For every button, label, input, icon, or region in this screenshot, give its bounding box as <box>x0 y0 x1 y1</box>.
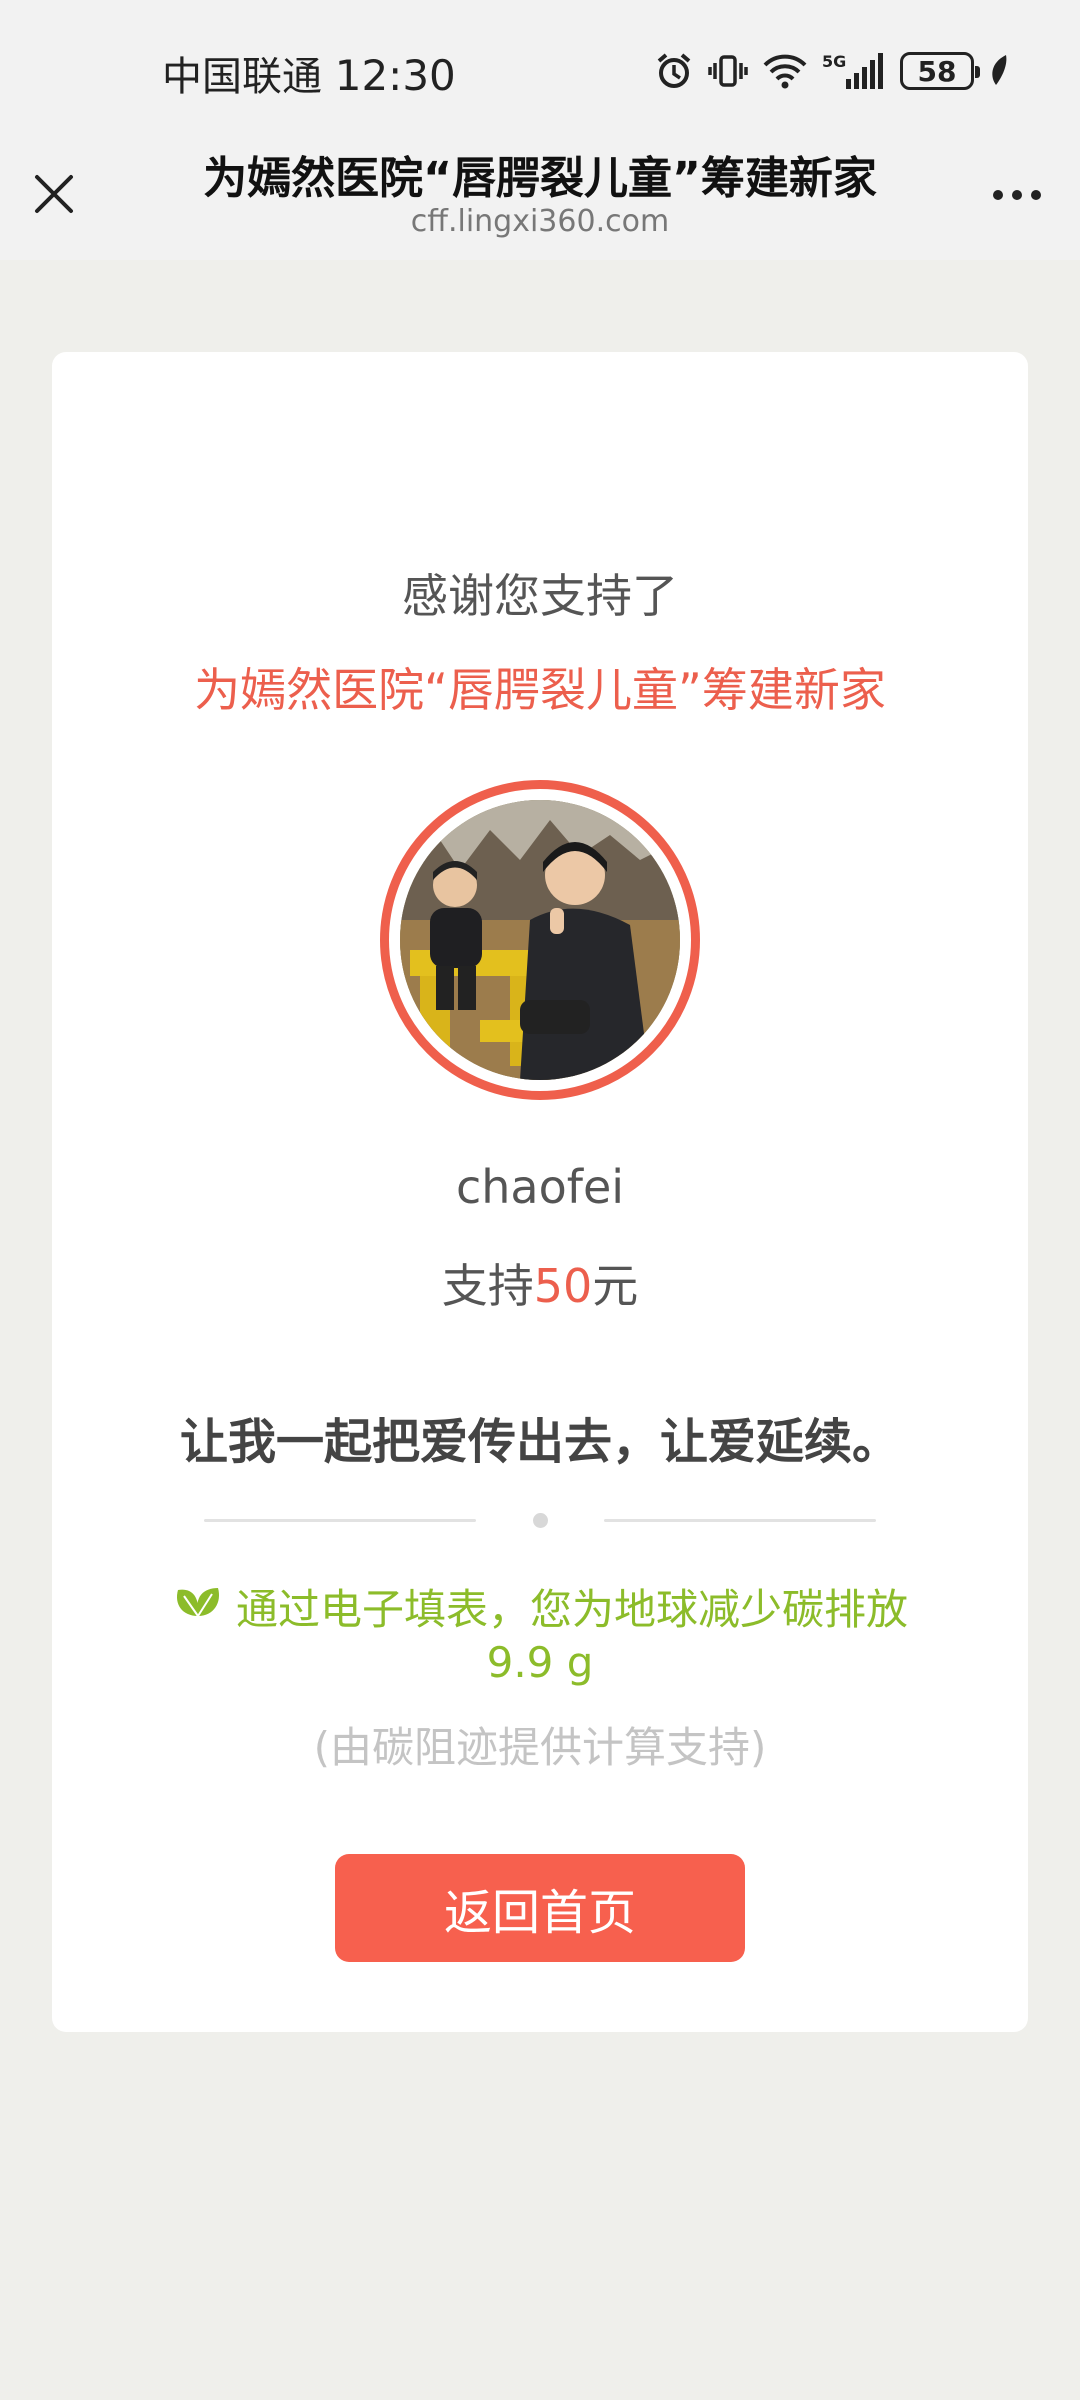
carrier-name: 中国联通 <box>162 54 322 100</box>
close-icon <box>35 175 73 213</box>
wifi-icon <box>762 51 808 91</box>
avatar-ring <box>380 780 700 1100</box>
status-bar: 中国联通 12:30 5G 58 <box>0 0 1080 130</box>
page-title: 为嫣然医院“唇腭裂儿童”筹建新家 <box>203 153 877 204</box>
donation-amount: 支持50元 <box>52 1250 1028 1316</box>
slogan: 让我一起把爱传出去，让爱延续。 <box>179 1414 900 1470</box>
more-dot <box>993 190 1003 200</box>
divider-left <box>204 1519 476 1522</box>
carrier-time: 中国联通 12:30 <box>162 44 456 102</box>
project-title: 为嫣然医院“唇腭裂儿童”筹建新家 <box>194 663 886 717</box>
leaf-icon <box>172 1582 224 1632</box>
thank-you-card: 感谢您支持了 为嫣然医院“唇腭裂儿童”筹建新家 chaofei 支持50元 让我… <box>52 352 1028 2032</box>
amount-prefix: 支持 <box>441 1259 534 1313</box>
more-dot <box>1012 190 1022 200</box>
more-dot <box>1031 190 1041 200</box>
divider-right <box>604 1519 876 1522</box>
leaf-icon <box>988 51 1010 91</box>
carbon-text: 通过电子填表，您为地球减少碳排放 <box>235 1585 908 1634</box>
alarm-icon <box>654 51 694 91</box>
avatar <box>400 800 680 1080</box>
signal-icon: 5G <box>822 51 886 91</box>
carbon-note: (由碳阻迹提供计算支持) <box>313 1723 767 1772</box>
carbon-message: 通过电子填表，您为地球减少碳排放 <box>52 1576 1028 1637</box>
thanks-text: 感谢您支持了 <box>402 569 678 623</box>
nav-bar: 为嫣然医院“唇腭裂儿童”筹建新家 cff.lingxi360.com <box>0 130 1080 260</box>
divider-dot <box>533 1513 548 1528</box>
donor-name: chaofei <box>455 1160 625 1214</box>
vibrate-icon <box>708 51 748 91</box>
carbon-value: 9.9 g <box>486 1638 594 1687</box>
battery-level: 58 <box>917 54 957 88</box>
return-home-button[interactable]: 返回首页 <box>335 1854 745 1962</box>
amount-value: 50 <box>533 1259 593 1313</box>
battery-icon: 58 <box>900 52 980 90</box>
amount-suffix: 元 <box>592 1259 639 1313</box>
page-url: cff.lingxi360.com <box>410 204 670 239</box>
clock: 12:30 <box>334 51 456 100</box>
status-icons: 5G 58 <box>654 48 1010 94</box>
more-button[interactable] <box>982 170 1052 220</box>
network-type: 5G <box>822 52 846 71</box>
close-button[interactable] <box>28 168 80 220</box>
